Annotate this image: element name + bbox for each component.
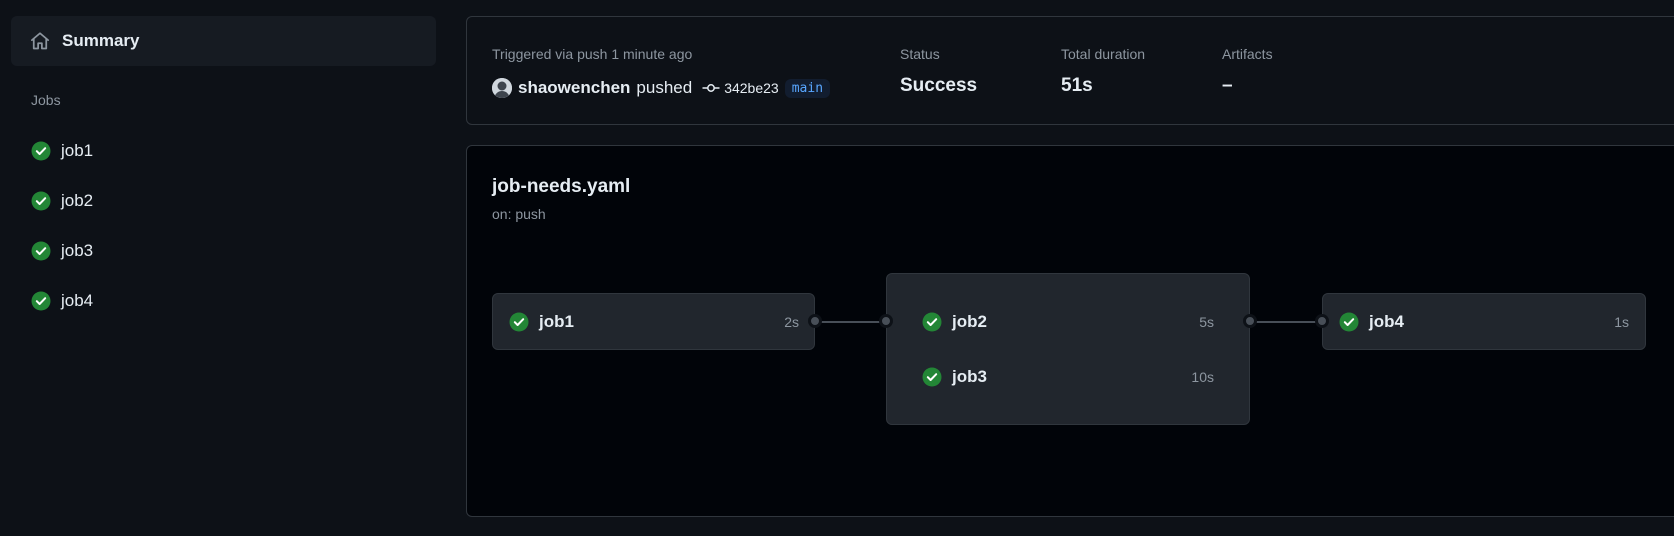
check-circle-icon: [1339, 312, 1359, 332]
actor-link[interactable]: shaowenchen: [518, 78, 630, 98]
connector-dot: [1243, 314, 1257, 328]
graph-job-job1[interactable]: job1 2s: [509, 302, 799, 342]
check-circle-icon: [922, 367, 942, 387]
commit-sha-link[interactable]: 342be23: [724, 80, 779, 96]
branch-label[interactable]: main: [784, 78, 831, 98]
artifacts-value: –: [1222, 75, 1233, 96]
connector-dot: [879, 314, 893, 328]
check-circle-icon: [31, 291, 51, 311]
status-value: Success: [900, 75, 978, 96]
job-name: job2: [952, 312, 987, 331]
duration-value: 51s: [1061, 75, 1093, 96]
sidebar-job-label: job1: [61, 141, 94, 160]
jobs-heading: Jobs: [31, 92, 61, 108]
workflow-name: job-needs.yaml: [492, 176, 631, 197]
trigger-text: Triggered via push 1 minute ago: [492, 46, 693, 62]
check-circle-icon: [31, 241, 51, 261]
job-group-box: job2 5s job3 10s: [886, 273, 1250, 425]
home-icon: [31, 32, 49, 50]
job-duration: 10s: [1191, 369, 1214, 385]
job-box-job1: job1 2s: [492, 293, 815, 350]
workflow-graph-card: job-needs.yaml on: push job1 2s job2 5s …: [466, 145, 1674, 517]
sidebar: Summary Jobs job1 job2 job3 job4: [0, 0, 440, 536]
connector-line: [816, 321, 888, 323]
sidebar-job-label: job3: [61, 241, 94, 260]
sidebar-job-label: job2: [61, 191, 94, 210]
check-circle-icon: [922, 312, 942, 332]
sidebar-item-job4[interactable]: job4: [20, 281, 430, 321]
job-name: job3: [952, 367, 987, 386]
avatar[interactable]: [492, 78, 512, 98]
check-circle-icon: [509, 312, 529, 332]
event-text: pushed: [636, 78, 693, 97]
graph-job-job4[interactable]: job4 1s: [1339, 302, 1629, 342]
summary-label: Summary: [62, 31, 140, 50]
sidebar-item-job2[interactable]: job2: [20, 181, 430, 221]
artifacts-label: Artifacts: [1222, 46, 1273, 62]
job-box-job4: job4 1s: [1322, 293, 1646, 350]
job-name: job4: [1369, 312, 1404, 331]
graph-job-job2[interactable]: job2 5s: [922, 302, 1214, 342]
duration-label: Total duration: [1061, 46, 1146, 62]
connector-dot: [1315, 314, 1329, 328]
job-duration: 5s: [1199, 314, 1214, 330]
connector-line: [1251, 321, 1323, 323]
job-duration: 1s: [1614, 314, 1629, 330]
run-summary-card: Triggered via push 1 minute ago shaowenc…: [466, 16, 1674, 125]
workflow-trigger: on: push: [492, 206, 546, 222]
status-label: Status: [900, 46, 940, 62]
job-name: job1: [539, 312, 574, 331]
sidebar-item-job1[interactable]: job1: [20, 131, 430, 171]
trigger-details: shaowenchen pushed 342be23 main: [492, 75, 831, 101]
graph-job-job3[interactable]: job3 10s: [922, 357, 1214, 397]
job-duration: 2s: [784, 314, 799, 330]
check-circle-icon: [31, 191, 51, 211]
connector-dot: [808, 314, 822, 328]
git-commit-icon: [702, 84, 720, 92]
summary-nav-item[interactable]: Summary: [11, 16, 436, 66]
check-circle-icon: [31, 141, 51, 161]
sidebar-item-job3[interactable]: job3: [20, 231, 430, 271]
sidebar-job-label: job4: [61, 291, 94, 310]
user-avatar-icon: [492, 78, 512, 98]
